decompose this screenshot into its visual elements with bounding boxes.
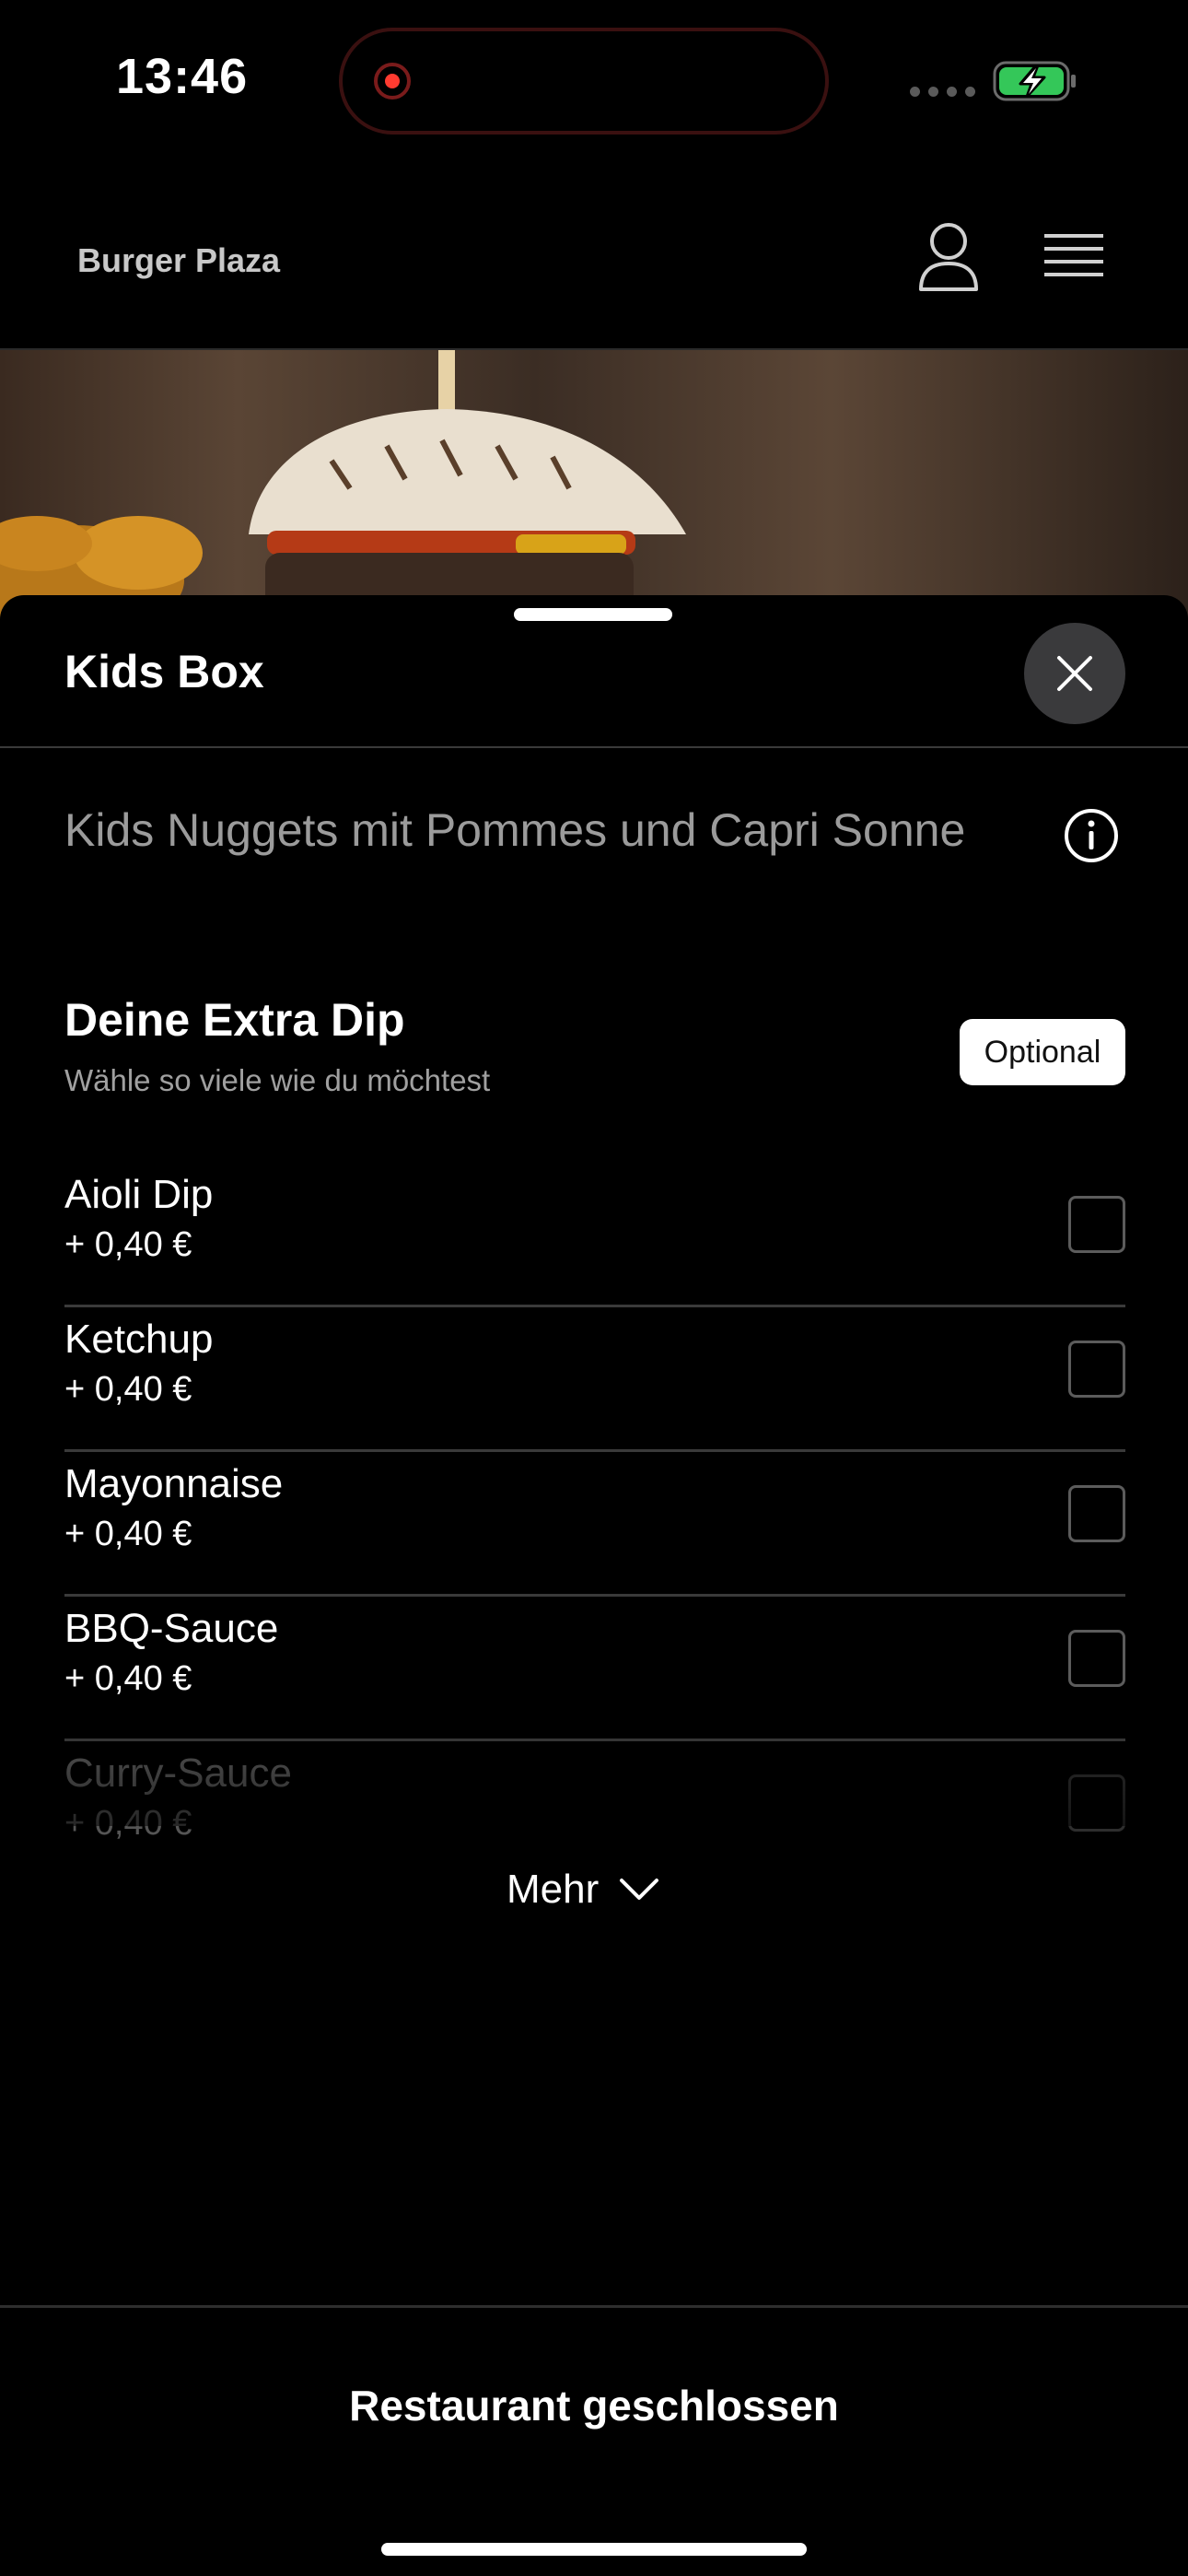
screen-recording-icon <box>374 63 411 100</box>
option-group-title: Deine Extra Dip <box>64 994 405 1046</box>
footer-divider <box>0 2305 1188 2308</box>
option-row-bbq-sauce[interactable]: BBQ-Sauce + 0,40 € <box>64 1597 1125 1741</box>
user-icon <box>919 223 978 291</box>
app-header: Burger Plaza <box>0 166 1188 350</box>
option-group-subtitle: Wähle so viele wie du möchtest <box>64 1063 491 1097</box>
show-more-button[interactable]: Mehr <box>507 1857 659 1922</box>
product-description: Kids Nuggets mit Pommes und Capri Sonne <box>64 804 966 856</box>
option-name: BBQ-Sauce <box>64 1606 279 1651</box>
dynamic-island <box>339 28 829 135</box>
option-price: + 0,40 € <box>64 1370 192 1409</box>
option-row-ketchup[interactable]: Ketchup + 0,40 € <box>64 1307 1125 1452</box>
option-row-mayonnaise[interactable]: Mayonnaise + 0,40 € <box>64 1452 1125 1597</box>
option-checkbox[interactable] <box>1068 1630 1125 1687</box>
option-name: Aioli Dip <box>64 1172 214 1217</box>
option-list: Aioli Dip + 0,40 € Ketchup + 0,40 € Mayo… <box>64 1163 1125 1883</box>
option-row-aioli-dip[interactable]: Aioli Dip + 0,40 € <box>64 1163 1125 1307</box>
close-icon <box>1057 656 1092 691</box>
product-sheet: Kids Box Kids Nuggets mit Pommes und Cap… <box>0 595 1188 2576</box>
hero-burger-image <box>0 350 1188 626</box>
optional-badge: Optional <box>960 1019 1125 1085</box>
option-checkbox[interactable] <box>1068 1485 1125 1542</box>
option-name: Curry-Sauce <box>64 1751 292 1796</box>
restaurant-status: Restaurant geschlossen <box>349 2382 839 2430</box>
close-button[interactable] <box>1024 623 1125 724</box>
option-price: + 0,40 € <box>64 1225 192 1264</box>
option-checkbox[interactable] <box>1068 1774 1125 1832</box>
account-button[interactable] <box>915 221 982 295</box>
sheet-divider <box>0 746 1188 748</box>
option-price: + 0,40 € <box>64 1804 192 1843</box>
cellular-signal-icon <box>910 87 975 97</box>
status-bar: 13:46 <box>0 0 1188 166</box>
option-name: Ketchup <box>64 1317 214 1362</box>
sheet-grabber[interactable] <box>514 608 672 621</box>
home-indicator[interactable] <box>381 2543 807 2556</box>
menu-button[interactable] <box>1044 230 1103 286</box>
option-checkbox[interactable] <box>1068 1341 1125 1398</box>
option-price: + 0,40 € <box>64 1659 192 1698</box>
option-price: + 0,40 € <box>64 1515 192 1553</box>
info-icon[interactable] <box>1063 807 1120 864</box>
option-checkbox[interactable] <box>1068 1196 1125 1253</box>
product-title: Kids Box <box>64 646 264 697</box>
status-time: 13:46 <box>116 49 249 104</box>
chevron-down-icon <box>620 1879 659 1900</box>
show-more-label: Mehr <box>507 1867 600 1912</box>
brand-name[interactable]: Burger Plaza <box>77 241 280 280</box>
hamburger-menu-icon <box>1044 234 1103 276</box>
option-name: Mayonnaise <box>64 1461 284 1506</box>
battery-charging-icon <box>993 61 1076 101</box>
